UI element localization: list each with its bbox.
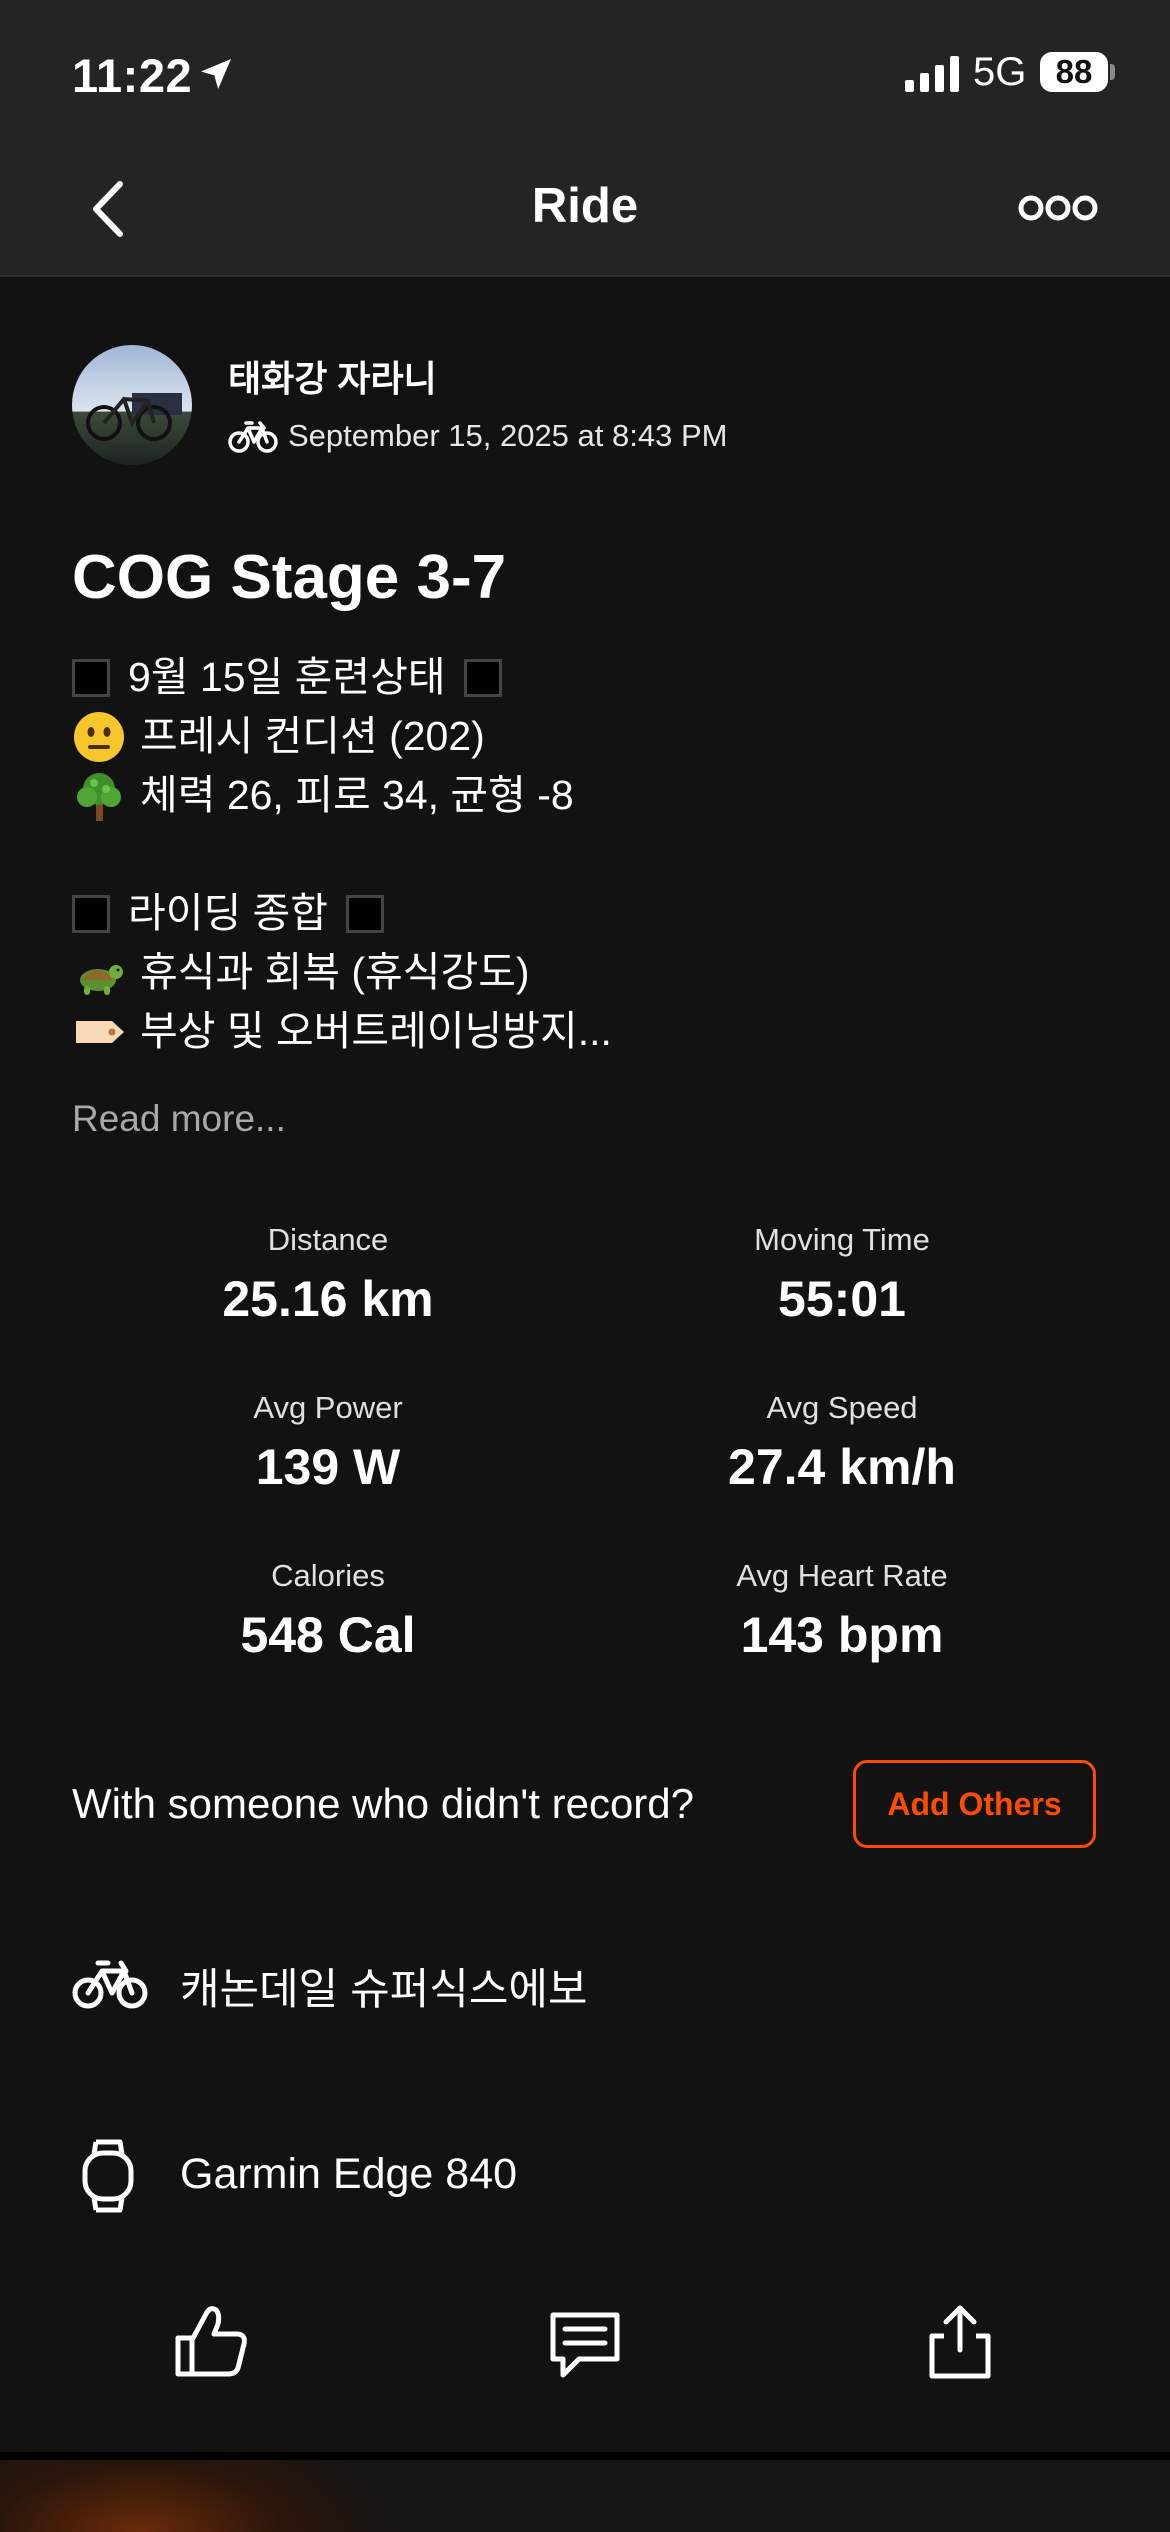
label-tag-emoji-icon xyxy=(76,1020,124,1043)
location-arrow-icon xyxy=(201,59,231,89)
comment-icon[interactable] xyxy=(545,2305,625,2385)
thumbs-up-icon[interactable] xyxy=(172,2302,252,2382)
stat-label: Avg Power xyxy=(253,1390,403,1425)
black-square-icon xyxy=(72,658,110,697)
description-line: 휴식과 회복 (휴식강도) xyxy=(72,943,1092,1002)
cellular-signal-icon xyxy=(905,56,959,92)
description-line: 프레시 컨디션 (202) xyxy=(72,707,1092,766)
top-bar xyxy=(0,0,1170,277)
home-area-background xyxy=(0,2460,1170,2532)
add-others-prompt: With someone who didn't record? xyxy=(72,1780,695,1827)
stat-label: Distance xyxy=(267,1222,389,1257)
page-title: Ride xyxy=(531,179,639,233)
stat-value: 27.4 km/h xyxy=(728,1439,956,1495)
activity-description: 9월 15일 훈련상태 프레시 컨디션 (202) 체력 26, 피로 34, … xyxy=(72,648,1092,1061)
black-square-icon xyxy=(72,894,110,933)
stat-label: Moving Time xyxy=(754,1222,930,1257)
activity-date: September 15, 2025 at 8:43 PM xyxy=(288,418,728,453)
turtle-emoji-icon xyxy=(80,964,123,995)
neutral-face-emoji-icon xyxy=(74,711,124,762)
tree-emoji-icon xyxy=(77,772,121,821)
bike-name[interactable]: 캐논데일 슈퍼식스에보 xyxy=(180,1955,588,2017)
network-type: 5G xyxy=(973,50,1027,94)
description-line: 체력 26, 피로 34, 균형 -8 xyxy=(72,766,1092,825)
stat-label: Avg Heart Rate xyxy=(736,1558,948,1593)
read-more-link[interactable]: Read more... xyxy=(72,1098,286,1140)
black-square-icon xyxy=(463,658,502,697)
stat-value: 25.16 km xyxy=(222,1271,434,1327)
stat-avg-heart-rate: Avg Heart Rate 143 bpm xyxy=(612,1558,1072,1664)
stat-moving-time: Moving Time 55:01 xyxy=(612,1222,1072,1328)
stat-avg-power: Avg Power 139 W xyxy=(98,1390,558,1496)
black-square-icon xyxy=(346,894,384,933)
stat-calories: Calories 548 Cal xyxy=(98,1558,558,1664)
bottom-divider xyxy=(0,2452,1170,2460)
stat-label: Avg Speed xyxy=(766,1390,918,1425)
more-options-icon[interactable] xyxy=(1018,188,1098,228)
stat-value: 55:01 xyxy=(778,1271,906,1327)
device-name[interactable]: Garmin Edge 840 xyxy=(180,2150,517,2199)
status-time: 11:22 xyxy=(72,49,193,102)
watch-icon xyxy=(82,2139,134,2213)
bike-icon xyxy=(72,1960,148,2009)
avatar[interactable] xyxy=(72,345,192,465)
add-others-button[interactable]: Add Others xyxy=(853,1760,1096,1848)
stat-label: Calories xyxy=(271,1558,385,1593)
battery-tip xyxy=(1110,64,1115,80)
activity-title: COG Stage 3-7 xyxy=(72,543,507,612)
description-line: 부상 및 오버트레이닝방지... xyxy=(72,1002,1092,1061)
stat-value: 139 W xyxy=(255,1439,401,1495)
athlete-name[interactable]: 태화강 자라니 xyxy=(228,350,437,402)
description-line: 9월 15일 훈련상태 xyxy=(72,648,1092,707)
battery-indicator: 88 xyxy=(1040,52,1108,92)
stat-value: 548 Cal xyxy=(240,1607,416,1663)
stat-distance: Distance 25.16 km xyxy=(98,1222,558,1328)
description-line: 라이딩 종합 xyxy=(72,884,1092,943)
bike-icon xyxy=(228,421,278,453)
stat-avg-speed: Avg Speed 27.4 km/h xyxy=(612,1390,1072,1496)
stat-value: 143 bpm xyxy=(740,1607,944,1663)
share-icon[interactable] xyxy=(920,2302,1000,2382)
